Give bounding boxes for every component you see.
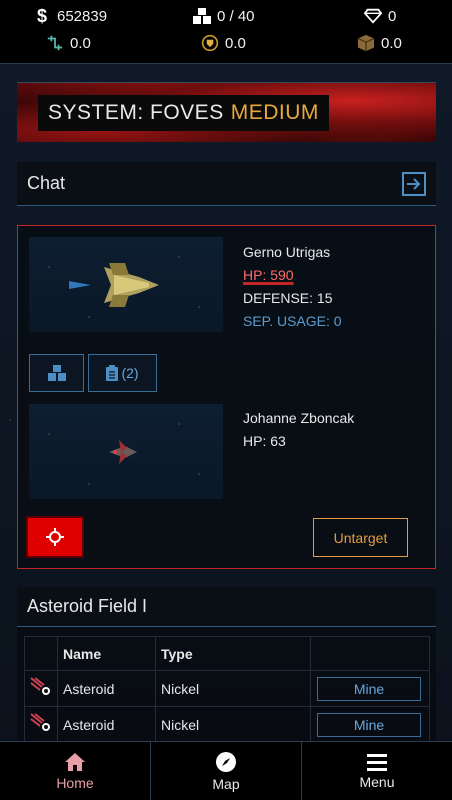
- credits-stat: $ 652839: [33, 5, 108, 26]
- mine-button[interactable]: Mine: [317, 676, 421, 701]
- icon-column-header: [24, 636, 58, 671]
- clipboard-button[interactable]: (2): [88, 354, 157, 392]
- column-header-action: [310, 636, 430, 671]
- credits-value: 652839: [57, 7, 108, 25]
- asteroid-cell-icon: [24, 706, 58, 743]
- player-ship-icon: [69, 263, 159, 307]
- stat-a: 0.0: [46, 34, 91, 52]
- cargo-value: 0 / 40: [217, 7, 255, 25]
- system-title: SYSTEM: FOVES MEDIUM: [38, 95, 329, 131]
- diamond-icon: [364, 7, 382, 25]
- laurel-shield-icon: [201, 34, 219, 52]
- asteroid-action-cell: Mine: [310, 670, 430, 707]
- nav-map[interactable]: Map: [151, 742, 302, 800]
- asteroid-name: Asteroid: [57, 706, 156, 743]
- cargo-stat: 0 / 40: [193, 7, 255, 25]
- chat-bar[interactable]: Chat: [17, 162, 436, 206]
- stat-b-value: 0.0: [225, 34, 246, 52]
- dollar-icon: $: [36, 5, 47, 26]
- box-icon: [357, 34, 375, 52]
- player-hp: HP: 590: [243, 267, 294, 283]
- nav-menu-label: Menu: [359, 773, 395, 790]
- asteroid-field-title: Asteroid Field I: [17, 587, 436, 627]
- nav-map-label: Map: [212, 775, 240, 792]
- asteroid-icon: [30, 677, 50, 695]
- chat-label: Chat: [27, 173, 66, 193]
- player-defense: DEFENSE: 15: [243, 290, 333, 306]
- gems-stat: 0: [364, 7, 396, 25]
- player-info: Gerno Utrigas HP: 590 DEFENSE: 15 SEP. U…: [243, 241, 342, 333]
- enemy-info: Johanne Zboncak HP: 63: [243, 407, 354, 453]
- enemy-name: Johanne Zboncak: [243, 410, 355, 426]
- clipboard-icon: [106, 365, 119, 381]
- combat-panel: Gerno Utrigas HP: 590 DEFENSE: 15 SEP. U…: [17, 225, 436, 569]
- stat-a-value: 0.0: [70, 34, 91, 52]
- nav-menu[interactable]: Menu: [302, 742, 452, 800]
- circuit-icon: [46, 34, 64, 52]
- asteroid-table: Name Type Asteroid Nickel Mine Asteroid …: [24, 636, 430, 743]
- enemy-ship-icon: [109, 440, 137, 464]
- nav-home[interactable]: Home: [0, 742, 151, 800]
- gems-value: 0: [388, 7, 397, 25]
- asteroid-field-panel: Asteroid Field I Name Type Asteroid Nick…: [17, 587, 436, 747]
- nav-home-label: Home: [56, 774, 94, 791]
- asteroid-type: Nickel: [155, 670, 311, 707]
- home-icon: [65, 752, 85, 771]
- player-ship-image: [29, 237, 223, 332]
- hamburger-icon: [367, 753, 387, 771]
- cargo-crates-icon: [47, 365, 66, 381]
- clipboard-count: (2): [121, 365, 139, 381]
- open-chat-button[interactable]: [402, 172, 426, 196]
- system-level: MEDIUM: [230, 101, 319, 124]
- system-banner: SYSTEM: FOVES MEDIUM: [17, 82, 436, 142]
- player-sep-usage: SEP. USAGE: 0: [243, 313, 342, 329]
- arrow-right-icon: [407, 178, 421, 190]
- asteroid-cell-icon: [24, 670, 58, 707]
- target-button[interactable]: [26, 516, 84, 558]
- status-bar: $ 652839 0 / 40 0 0.0 0.0 0.0: [0, 0, 452, 64]
- untarget-button[interactable]: Untarget: [313, 518, 408, 557]
- cargo-crates-icon: [193, 7, 211, 25]
- asteroid-action-cell: Mine: [310, 706, 430, 743]
- asteroid-icon: [30, 713, 50, 731]
- compass-icon: [216, 751, 236, 772]
- bottom-nav: Home Map Menu: [0, 741, 452, 800]
- stat-b: 0.0: [201, 34, 246, 52]
- asteroid-type: Nickel: [155, 706, 311, 743]
- table-header: Name Type: [24, 636, 430, 671]
- column-header-name: Name: [57, 636, 156, 671]
- enemy-hp: HP: 63: [243, 433, 286, 449]
- table-row: Asteroid Nickel Mine: [24, 670, 430, 707]
- crosshair-icon: [46, 528, 64, 546]
- stat-c: 0.0: [357, 34, 402, 52]
- asteroid-name: Asteroid: [57, 670, 156, 707]
- table-row: Asteroid Nickel Mine: [24, 706, 430, 743]
- cargo-button[interactable]: [29, 354, 84, 392]
- player-name: Gerno Utrigas: [243, 244, 331, 260]
- system-name: SYSTEM: FOVES: [48, 101, 224, 124]
- column-header-type: Type: [155, 636, 311, 671]
- mine-button[interactable]: Mine: [317, 712, 421, 737]
- stat-c-value: 0.0: [381, 34, 402, 52]
- enemy-ship-image: [29, 404, 223, 499]
